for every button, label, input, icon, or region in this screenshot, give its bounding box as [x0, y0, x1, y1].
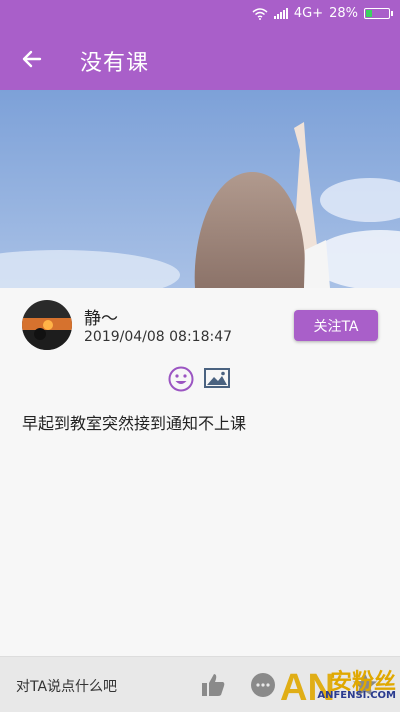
post-content: 早起到教室突然接到通知不上课	[22, 414, 247, 433]
image-icon[interactable]	[204, 366, 230, 390]
back-arrow-icon[interactable]	[18, 45, 46, 73]
avatar[interactable]	[22, 300, 72, 350]
author-name[interactable]: 静～	[84, 304, 118, 329]
follow-button[interactable]: 关注TA	[294, 310, 378, 341]
signal-icon	[273, 8, 288, 19]
post-card: 静～ 2019/04/08 08:18:47 关注TA 早起到教室突然接到通知不…	[0, 288, 400, 656]
like-icon[interactable]	[198, 670, 228, 700]
smiley-icon[interactable]	[168, 366, 194, 392]
comment-icon[interactable]	[248, 670, 278, 700]
post-image	[0, 90, 400, 288]
battery-icon	[364, 8, 393, 19]
battery-percent: 28%	[329, 6, 358, 21]
watermark-subtext: ANFENSI.COM	[317, 690, 396, 701]
wifi-icon	[252, 7, 268, 20]
watermark-logo-text: AN	[280, 667, 335, 709]
status-bar: 4G+ 28%	[0, 0, 400, 28]
network-type: 4G+	[293, 6, 324, 21]
comment-input[interactable]: 对TA说点什么吧	[16, 676, 117, 696]
post-date: 2019/04/08 08:18:47	[84, 329, 233, 345]
page-title: 没有课	[80, 51, 150, 76]
app-bar: 没有课	[0, 28, 400, 90]
